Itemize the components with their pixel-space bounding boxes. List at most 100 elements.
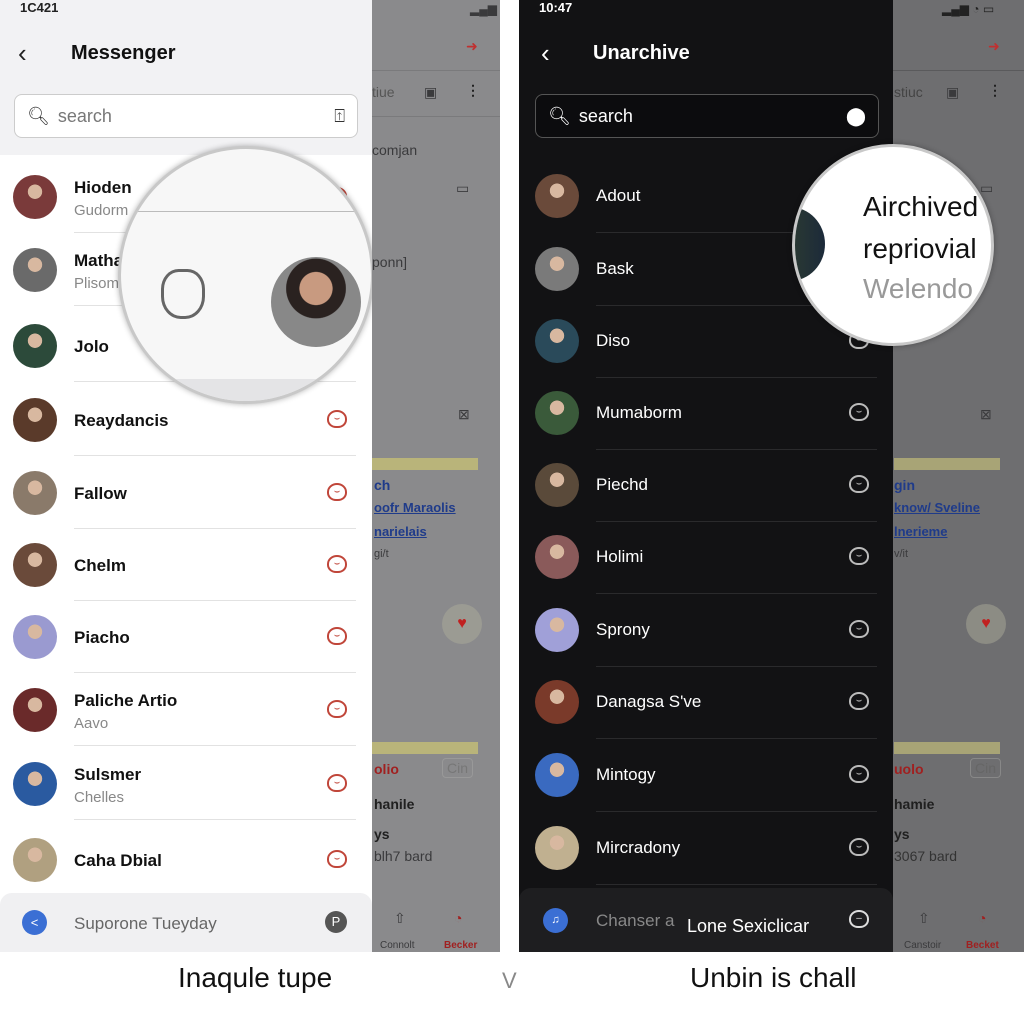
search-placeholder: search	[578, 105, 633, 126]
avatar	[13, 175, 57, 219]
search-input[interactable]: 🔍︎ search ⬤	[535, 94, 879, 138]
contact-row[interactable]: Mintogy ⌣	[519, 739, 893, 812]
contact-name: Mircradony	[596, 838, 681, 857]
heart-chat-icon[interactable]: ⌣	[327, 700, 347, 718]
heart-chat-icon[interactable]: ⌣	[849, 475, 869, 493]
avatar	[795, 207, 825, 281]
magnified-text: Welendo	[863, 273, 974, 304]
contact-row[interactable]: Piacho ⌣	[0, 600, 372, 673]
bg-button[interactable]: Cin	[442, 758, 474, 778]
contact-row[interactable]: Paliche Artio Aavo ⌣	[0, 673, 372, 746]
bg-text: olio	[374, 761, 399, 777]
page-title: Unarchive	[593, 42, 690, 64]
bg-link[interactable]: narielais	[374, 524, 427, 539]
heart-fab[interactable]: ♥	[966, 604, 1006, 644]
contact-row[interactable]: Holimi ⌣	[519, 521, 893, 594]
contact-row[interactable]: Fallow ⌣	[0, 456, 372, 529]
contact-row[interactable]: Mircradony ⌣	[519, 812, 893, 885]
avatar	[13, 543, 57, 587]
divider	[74, 745, 356, 746]
heart-chat-icon[interactable]: ⌣	[327, 774, 347, 792]
right-screen: 10:47 ‹ Unarchive 🔍︎ search ⬤ Adout ⌣ Ba…	[519, 0, 893, 952]
search-placeholder: search	[57, 105, 112, 126]
status-icons: ▂▄▆ ◔ ▭	[942, 2, 995, 16]
timer-icon[interactable]: ◔	[454, 910, 462, 926]
caption-right: Unbin is chall	[690, 962, 857, 993]
bottom-bar-overlay-text: Lone Sexiclicar	[687, 916, 810, 936]
briefcase-icon: ▭	[980, 180, 994, 196]
more-icon[interactable]: ⋮	[466, 82, 480, 99]
timer-icon[interactable]: ◔	[978, 910, 986, 926]
upload-icon[interactable]: ⇧	[918, 910, 930, 927]
bg-text: v/it	[894, 548, 909, 560]
share-icon[interactable]: ⍐	[334, 106, 345, 127]
contact-name: Mintogy	[596, 765, 656, 784]
contact-row[interactable]: Caha Dbial ⌣	[0, 823, 372, 896]
tab-label[interactable]: Connolt	[380, 940, 414, 951]
profile-badge[interactable]: P	[325, 911, 347, 933]
bg-text: gi/t	[374, 548, 389, 560]
heart-fab[interactable]: ♥	[442, 604, 482, 644]
bottom-bar-label[interactable]: Suporone Tueyday	[74, 914, 217, 934]
search-icon: 🔍︎	[27, 105, 50, 126]
status-time: 1C421	[20, 0, 59, 15]
music-icon[interactable]: ♫	[543, 908, 568, 933]
bg-link[interactable]: know/ Sveline	[894, 500, 980, 515]
contact-row[interactable]: Danagsa S've ⌣	[519, 666, 893, 739]
app-logo-icon: ➜	[466, 38, 478, 54]
heart-chat-icon[interactable]: ⌣	[849, 403, 869, 421]
avatar	[535, 680, 579, 724]
avatar	[535, 753, 579, 797]
status-time: 10:47	[539, 0, 573, 15]
tab-label[interactable]: Becker	[444, 940, 477, 951]
contact-name: Piacho	[74, 628, 130, 647]
back-button[interactable]: ‹	[18, 38, 27, 69]
bg-link[interactable]: oofr Maraolis	[374, 500, 456, 515]
heart-chat-icon[interactable]: ⌣	[327, 850, 347, 868]
calendar-icon: ▣	[946, 84, 960, 100]
heart-chat-icon[interactable]: ⌣	[849, 765, 869, 783]
share-icon[interactable]: <	[22, 910, 47, 935]
search-input[interactable]: 🔍︎ search ⍐	[14, 94, 358, 138]
contact-name: Diso	[596, 331, 631, 350]
heart-chat-icon[interactable]: ⌣	[849, 692, 869, 710]
tab-label[interactable]: Becket	[966, 940, 999, 951]
avatar	[13, 324, 57, 368]
location-pin-icon[interactable]: ⬤	[846, 106, 866, 127]
avatar	[535, 174, 579, 218]
emoji-icon[interactable]: –	[849, 910, 869, 928]
heart-chat-icon[interactable]: ⌣	[327, 410, 347, 428]
contact-row[interactable]: Chelm ⌣	[0, 528, 372, 601]
contact-row[interactable]: Sprony ⌣	[519, 594, 893, 667]
avatar	[271, 257, 361, 347]
contact-row[interactable]: Piechd ⌣	[519, 449, 893, 522]
contact-row[interactable]: Sulsmer Chelles ⌣	[0, 747, 372, 820]
heart-chat-icon[interactable]: ⌣	[849, 620, 869, 638]
contact-name: Caha Dbial	[74, 851, 162, 870]
magnifier-overlay	[118, 146, 372, 404]
bg-link[interactable]: gin	[894, 477, 915, 493]
heart-chat-icon[interactable]: ⌣	[327, 483, 347, 501]
heart-chat-icon[interactable]: ⌣	[849, 838, 869, 856]
bg-link[interactable]: ch	[374, 477, 390, 493]
more-icon[interactable]: ⋮	[988, 82, 1002, 99]
upload-icon[interactable]: ⇧	[394, 910, 406, 927]
heart-chat-icon[interactable]: ⌣	[327, 627, 347, 645]
avatar	[13, 762, 57, 806]
avatar	[13, 471, 57, 515]
bg-link[interactable]: lneriemе	[894, 524, 947, 539]
bg-text: blh7 bard	[374, 848, 433, 864]
caption-left: Inaqule tupe	[178, 962, 333, 993]
bottom-bar: ♫ Chanser a Lone Sexiclicar –	[519, 888, 893, 952]
contact-row[interactable]: Mumaborm ⌣	[519, 377, 893, 450]
tab-label[interactable]: Canstoir	[904, 940, 941, 951]
bottom-bar: < Suporone Tueyday P	[0, 893, 372, 952]
contact-name: Chelm	[74, 556, 126, 575]
heart-chat-icon[interactable]: ⌣	[327, 555, 347, 573]
heart-chat-icon[interactable]: ⌣	[849, 547, 869, 565]
back-button[interactable]: ‹	[541, 38, 550, 69]
divider	[596, 884, 877, 885]
bg-button[interactable]: Cin	[970, 758, 1002, 778]
contact-name: Sprony	[596, 620, 650, 639]
bottom-bar-label[interactable]: Chanser a	[596, 911, 674, 931]
